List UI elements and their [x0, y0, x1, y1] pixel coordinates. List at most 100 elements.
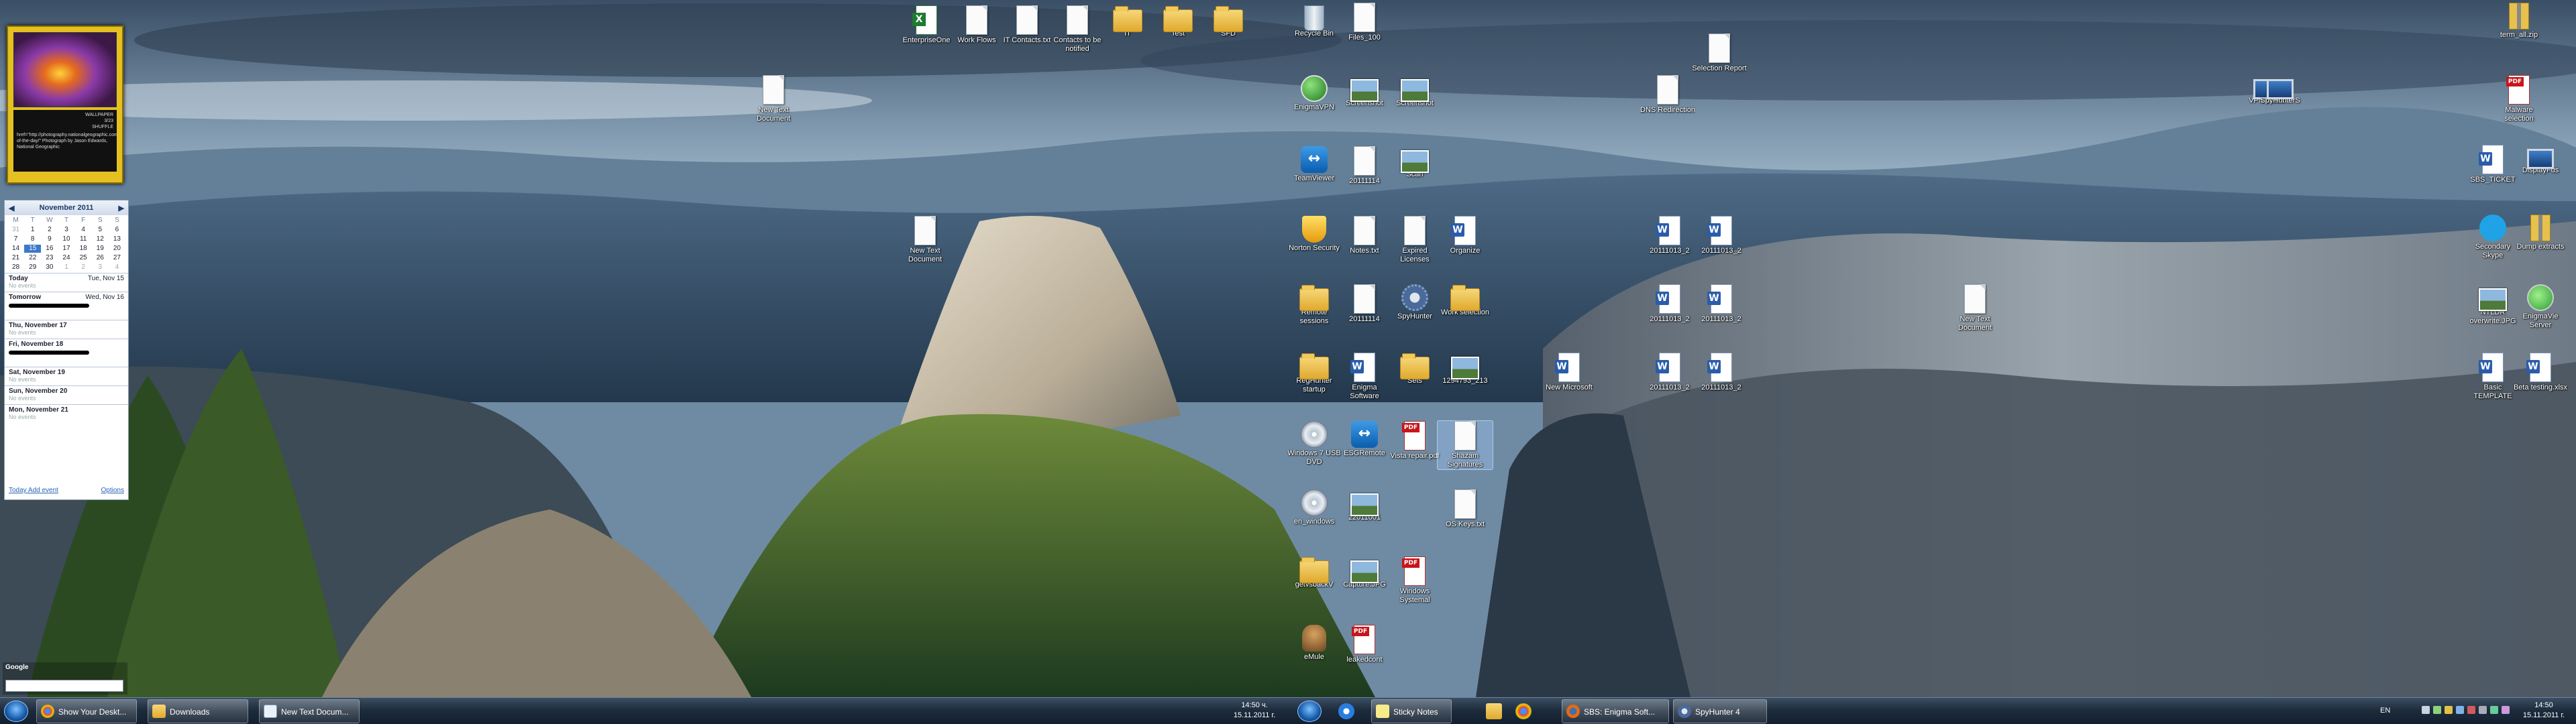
search-input[interactable]: [5, 680, 123, 692]
calendar-day[interactable]: 29: [24, 263, 41, 272]
tray-volume-icon[interactable]: [2456, 706, 2464, 714]
tray-app-icon[interactable]: [2479, 706, 2487, 714]
desktop-icon[interactable]: IT: [1100, 5, 1155, 38]
desktop-icon[interactable]: leakedcont: [1337, 625, 1392, 664]
desktop-icon[interactable]: New Text Document: [746, 75, 801, 123]
desktop-icon[interactable]: 20111013_2: [1642, 353, 1697, 392]
desktop-icon[interactable]: Basic TEMPLATE: [2465, 353, 2520, 401]
calendar-day[interactable]: 14: [7, 245, 24, 253]
taskbar-button-sticky-notes[interactable]: Sticky Notes: [1371, 699, 1452, 723]
calendar-day[interactable]: 5: [92, 226, 109, 234]
desktop-icon[interactable]: IT Contacts.txt: [1000, 5, 1055, 45]
desktop-icon[interactable]: Windows 7 USB DVD: [1287, 421, 1342, 467]
desktop-icon[interactable]: Screenshot: [1337, 75, 1392, 108]
desktop-icon[interactable]: SFD: [1201, 5, 1256, 38]
desktop-icon[interactable]: Work selection: [1438, 284, 1493, 317]
desktop-icon[interactable]: Expired Licenses: [1387, 216, 1442, 264]
calendar-day[interactable]: 18: [75, 245, 92, 253]
agenda-day[interactable]: Sun, November 20 No events: [5, 385, 128, 404]
prev-month-icon[interactable]: ◀: [9, 204, 14, 213]
desktop-icon[interactable]: DisplayFus: [2513, 145, 2568, 175]
desktop-icon[interactable]: SBS_TICKET: [2465, 145, 2520, 184]
desktop-icon[interactable]: New Text Document: [1947, 284, 2002, 333]
calendar-day[interactable]: 3: [92, 263, 109, 272]
shuffle-label[interactable]: SHUFFLE: [92, 124, 113, 130]
calendar-day[interactable]: 4: [75, 226, 92, 234]
desktop-icon[interactable]: Scan: [1387, 146, 1442, 179]
slideshow-photo[interactable]: [13, 32, 117, 107]
calendar-day[interactable]: 16: [41, 245, 58, 253]
calendar-day[interactable]: 12: [92, 235, 109, 243]
pinned-explorer[interactable]: [1480, 701, 1508, 722]
desktop-icon[interactable]: Remote sessions: [1287, 284, 1342, 326]
taskbar-clock-left[interactable]: 14:50 ч. 15.11.2011 г.: [1228, 701, 1281, 721]
desktop-icon[interactable]: Test: [1150, 5, 1205, 38]
calendar-day[interactable]: 17: [58, 245, 74, 253]
calendar-day[interactable]: 2: [75, 263, 92, 272]
start-button[interactable]: [1297, 701, 1322, 722]
desktop-icon[interactable]: 20111013_2: [1642, 284, 1697, 324]
calendar-day[interactable]: 22: [24, 254, 41, 262]
desktop-icon[interactable]: Selection Report: [1692, 34, 1747, 73]
desktop-icon[interactable]: getvsbackV: [1287, 556, 1342, 589]
tray-app-icon[interactable]: [2502, 706, 2510, 714]
desktop-icon[interactable]: Contacts to be notified: [1050, 5, 1105, 54]
slideshow-gadget[interactable]: WALLPAPER 3/23 SHUFFLE href="http://phot…: [7, 25, 123, 184]
desktop-icon[interactable]: 20111114: [1337, 284, 1392, 324]
calendar-day[interactable]: 15: [24, 245, 42, 253]
desktop-icon[interactable]: SpyHunterS: [2253, 75, 2308, 105]
calendar-day[interactable]: 21: [7, 254, 24, 262]
calendar-day[interactable]: 1: [58, 263, 74, 272]
calendar-day[interactable]: 25: [75, 254, 92, 262]
desktop-icon[interactable]: en_windows: [1287, 489, 1342, 526]
desktop-icon[interactable]: Windows Systemal: [1387, 556, 1442, 605]
calendar-day[interactable]: 27: [109, 254, 125, 262]
calendar-day[interactable]: 4: [109, 263, 125, 272]
calendar-day[interactable]: 10: [58, 235, 74, 243]
desktop-icon[interactable]: Shazam Signatures: [1437, 420, 1493, 470]
agenda-day[interactable]: Thu, November 17 No events: [5, 320, 128, 339]
desktop-icon[interactable]: Capture.JPG: [1337, 556, 1392, 589]
desktop-icon[interactable]: 20111114: [1337, 146, 1392, 186]
taskbar-clock-right[interactable]: 14:50 15.11.2011 г.: [2517, 701, 2571, 721]
taskbar-button-notepad[interactable]: New Text Docum...: [259, 699, 360, 723]
taskbar-button-spyhunter[interactable]: SpyHunter 4: [1673, 699, 1767, 723]
desktop-icon[interactable]: Organize: [1438, 216, 1493, 255]
desktop-icon[interactable]: DNS Redirection: [1640, 75, 1695, 115]
pinned-chrome[interactable]: [1509, 701, 1538, 722]
calendar-day[interactable]: 7: [7, 235, 24, 243]
desktop-icon[interactable]: eMule: [1287, 625, 1342, 662]
desktop-icon[interactable]: Work Flows: [949, 5, 1004, 45]
taskbar-button-firefox[interactable]: SBS: Enigma Soft...: [1562, 699, 1669, 723]
calendar-day[interactable]: 8: [24, 235, 41, 243]
desktop-icon[interactable]: 20111013_2: [1694, 284, 1749, 324]
desktop-icon[interactable]: 20111013_2: [1642, 216, 1697, 255]
calendar-day[interactable]: 1: [24, 226, 41, 234]
desktop-icon[interactable]: EnterpriseOne: [899, 5, 954, 45]
desktop-icon[interactable]: OS Keys.txt: [1438, 489, 1493, 529]
tray-arrow-icon[interactable]: [2422, 706, 2430, 714]
options-link[interactable]: Options: [101, 487, 124, 494]
desktop-icon[interactable]: Sets: [1387, 353, 1442, 385]
pinned-ie[interactable]: [1332, 701, 1360, 722]
desktop-icon[interactable]: SpyHunter: [1387, 284, 1442, 321]
next-month-icon[interactable]: ▶: [119, 204, 124, 213]
start-button[interactable]: [4, 701, 28, 722]
agenda-day[interactable]: Mon, November 21 No events: [5, 404, 128, 423]
calendar-day[interactable]: 23: [41, 254, 58, 262]
desktop-icon[interactable]: Malware selection: [2491, 75, 2546, 123]
desktop-icon[interactable]: TeamViewer: [1287, 146, 1342, 183]
agenda-day[interactable]: Tomorrow Wed, Nov 16: [5, 292, 128, 320]
calendar-day[interactable]: 11: [75, 235, 92, 243]
desktop-icon[interactable]: Enigma Software: [1337, 353, 1392, 401]
desktop-icon[interactable]: NTLDR overwrite.JPG: [2465, 284, 2520, 326]
tray-security-icon[interactable]: [2467, 706, 2475, 714]
desktop-icon[interactable]: 1294793_213: [1438, 353, 1493, 385]
tray-network-icon[interactable]: [2433, 706, 2441, 714]
desktop-icon[interactable]: term_all.zip: [2491, 3, 2546, 40]
desktop-icon[interactable]: Screenshot: [1387, 75, 1442, 108]
desktop-icon[interactable]: 20111013_2: [1694, 353, 1749, 392]
desktop-icon[interactable]: Files_100: [1337, 3, 1392, 42]
calendar-day[interactable]: 13: [109, 235, 125, 243]
calendar-day[interactable]: 19: [92, 245, 109, 253]
